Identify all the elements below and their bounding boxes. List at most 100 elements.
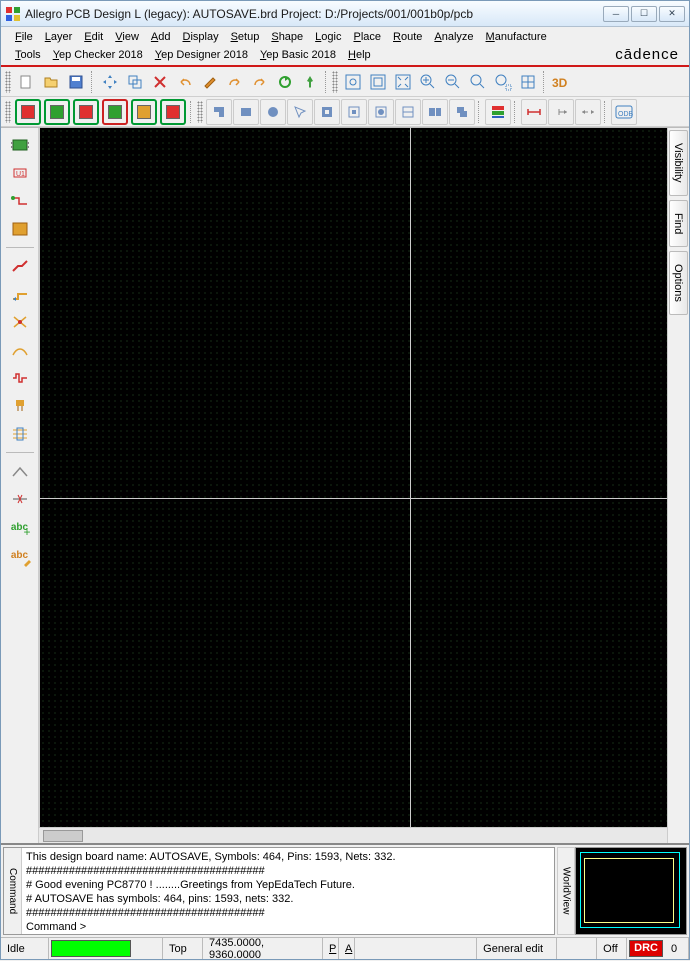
3d-button[interactable]: 3D — [550, 70, 574, 94]
console-prompt[interactable]: Command > — [26, 920, 550, 934]
delete-vertex-button[interactable] — [6, 486, 34, 512]
svg-text:U1: U1 — [16, 171, 25, 178]
dimension-leader-button[interactable] — [575, 99, 601, 125]
worldview-canvas[interactable] — [575, 847, 687, 935]
dimension-datum-button[interactable] — [548, 99, 574, 125]
scrollbar-horizontal[interactable] — [39, 827, 667, 843]
dimension-linear-button[interactable] — [521, 99, 547, 125]
layer-3-button[interactable] — [73, 99, 99, 125]
shape-void-circle-button[interactable] — [368, 99, 394, 125]
zoom-extents-button[interactable] — [391, 70, 415, 94]
maximize-button[interactable]: ☐ — [631, 6, 657, 22]
layer-2-button[interactable] — [44, 99, 70, 125]
shape-select-button[interactable] — [287, 99, 313, 125]
package-button[interactable] — [6, 216, 34, 242]
design-canvas[interactable] — [39, 128, 667, 827]
toolbar-grip[interactable] — [332, 71, 338, 93]
tab-options[interactable]: Options — [669, 251, 688, 315]
shape-circle-button[interactable] — [260, 99, 286, 125]
bottom-panels: Command This design board name: AUTOSAVE… — [1, 843, 689, 937]
save-button[interactable] — [64, 70, 88, 94]
menu-display[interactable]: Display — [177, 29, 225, 45]
menu-logic[interactable]: Logic — [309, 29, 347, 45]
menu-edit[interactable]: Edit — [78, 29, 109, 45]
status-coords: 7435.0000, 9360.0000 — [203, 938, 323, 959]
menu-manufacture[interactable]: Manufacture — [480, 29, 553, 45]
menu-add[interactable]: Add — [145, 29, 177, 45]
slide-button[interactable] — [6, 281, 34, 307]
menu-layer[interactable]: Layer — [39, 29, 79, 45]
shape-void-rect-button[interactable] — [341, 99, 367, 125]
via-button[interactable] — [6, 309, 34, 335]
custom-smooth-button[interactable] — [6, 337, 34, 363]
menu-yep-checker[interactable]: Yep Checker 2018 — [47, 47, 149, 63]
layer-4-button[interactable] — [102, 99, 128, 125]
menu-file[interactable]: File — [9, 29, 39, 45]
menu-view[interactable]: View — [109, 29, 145, 45]
toolbar-grip[interactable] — [5, 71, 11, 93]
edit-text-button[interactable]: abc — [6, 542, 34, 568]
undo-button[interactable] — [173, 70, 197, 94]
move-button[interactable] — [98, 70, 122, 94]
menu-shape[interactable]: Shape — [265, 29, 309, 45]
menu-place[interactable]: Place — [347, 29, 387, 45]
delay-tune-button[interactable] — [6, 365, 34, 391]
layer-6-button[interactable] — [160, 99, 186, 125]
minimize-button[interactable]: ─ — [603, 6, 629, 22]
route-button[interactable] — [6, 253, 34, 279]
place-component-button[interactable] — [6, 132, 34, 158]
shape-poly-button[interactable] — [206, 99, 232, 125]
zoom-fit-button[interactable] — [366, 70, 390, 94]
open-button[interactable] — [39, 70, 63, 94]
zoom-selection-button[interactable] — [491, 70, 515, 94]
console-tab[interactable]: Command — [4, 848, 22, 934]
zoom-previous-button[interactable] — [466, 70, 490, 94]
layers-edit-button[interactable] — [485, 99, 511, 125]
zoom-out-button[interactable] — [441, 70, 465, 94]
spread-button[interactable] — [6, 421, 34, 447]
close-button[interactable]: ✕ — [659, 6, 685, 22]
new-button[interactable] — [14, 70, 38, 94]
menu-tools[interactable]: Tools — [9, 47, 47, 63]
separator — [325, 71, 329, 93]
shape-rect-button[interactable] — [233, 99, 259, 125]
zoom-window-button[interactable] — [341, 70, 365, 94]
zoom-in-button[interactable] — [416, 70, 440, 94]
redo2-button[interactable] — [248, 70, 272, 94]
zoom-center-button[interactable] — [516, 70, 540, 94]
layer-top-button[interactable] — [15, 99, 41, 125]
add-text-button[interactable]: abc+ — [6, 514, 34, 540]
pin-button[interactable] — [298, 70, 322, 94]
tab-visibility[interactable]: Visibility — [669, 130, 688, 196]
fanout-button[interactable] — [6, 393, 34, 419]
status-p-button[interactable]: P — [323, 938, 339, 959]
menu-help[interactable]: Help — [342, 47, 377, 63]
menu-setup[interactable]: Setup — [225, 29, 266, 45]
delete-button[interactable] — [148, 70, 172, 94]
shape-merge-button[interactable] — [449, 99, 475, 125]
toolbar-grip[interactable] — [5, 101, 11, 123]
tab-find[interactable]: Find — [669, 200, 688, 247]
ic-button[interactable]: U1 — [6, 160, 34, 186]
status-drc[interactable]: DRC — [629, 940, 663, 957]
vertex-button[interactable] — [6, 458, 34, 484]
measure-button[interactable] — [198, 70, 222, 94]
console-output[interactable]: This design board name: AUTOSAVE, Symbol… — [22, 848, 554, 934]
menu-route[interactable]: Route — [387, 29, 428, 45]
shape-edit-boundary-button[interactable] — [395, 99, 421, 125]
menu-analyze[interactable]: Analyze — [428, 29, 479, 45]
menu-yep-basic[interactable]: Yep Basic 2018 — [254, 47, 342, 63]
copy-button[interactable] — [123, 70, 147, 94]
shape-delete-island-button[interactable] — [422, 99, 448, 125]
refresh-button[interactable] — [273, 70, 297, 94]
net-button[interactable] — [6, 188, 34, 214]
toolbar-grip[interactable] — [197, 101, 203, 123]
odb-button[interactable]: ODB — [611, 99, 637, 125]
status-layer[interactable]: Top — [163, 938, 203, 959]
shape-void-poly-button[interactable] — [314, 99, 340, 125]
layer-5-button[interactable] — [131, 99, 157, 125]
redo-button[interactable] — [223, 70, 247, 94]
menu-yep-designer[interactable]: Yep Designer 2018 — [149, 47, 254, 63]
status-a-button[interactable]: A — [339, 938, 355, 959]
worldview-tab[interactable]: WorldView — [557, 847, 575, 935]
